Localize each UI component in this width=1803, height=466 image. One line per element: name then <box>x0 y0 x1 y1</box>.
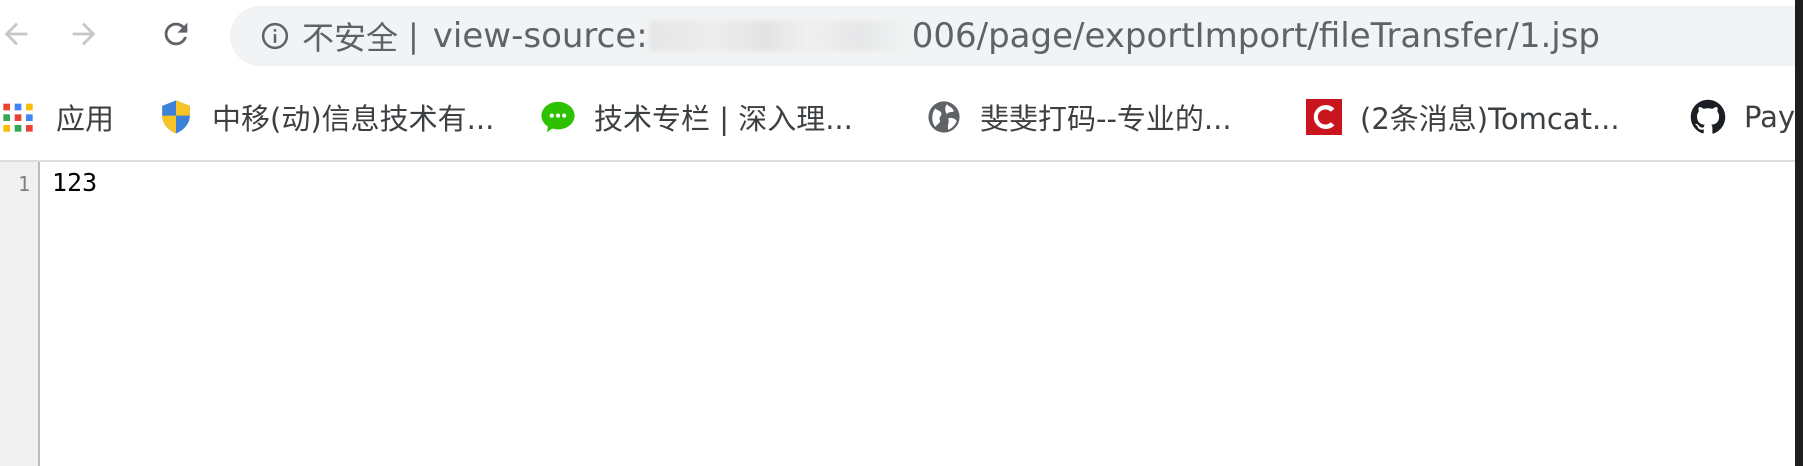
wechat-icon <box>540 99 576 135</box>
bookmark-feifei-captcha[interactable]: 斐斐打码--专业的... <box>926 94 1232 140</box>
bookmark-tech-column[interactable]: 技术专栏 | 深入理... <box>540 94 853 140</box>
bookmark-csdn-tomcat[interactable]: (2条消息)Tomcat... <box>1306 94 1620 140</box>
bookmark-label: Pay <box>1744 100 1795 134</box>
arrow-right-icon <box>67 17 101 55</box>
shield-icon <box>158 99 194 135</box>
arrow-left-icon <box>0 17 33 55</box>
source-line-text: 123 <box>52 168 98 197</box>
bookmark-cmss[interactable]: 中移(动)信息技术有... <box>158 94 494 140</box>
bookmark-apps[interactable]: 应用 <box>0 94 114 140</box>
csdn-icon <box>1306 99 1342 135</box>
apps-grid-icon <box>0 99 36 135</box>
bookmark-label: 中移(动)信息技术有... <box>212 102 495 136</box>
bookmark-label: (2条消息)Tomcat... <box>1360 102 1620 136</box>
security-status-label[interactable]: 不安全 <box>302 13 398 59</box>
bookmark-label: 应用 <box>56 102 115 136</box>
bookmark-label: 斐斐打码--专业的... <box>980 102 1232 136</box>
forward-button[interactable] <box>60 12 108 60</box>
url-prefix: view-source: <box>432 16 648 56</box>
url-redacted-segment <box>649 21 910 51</box>
bookmarks-bar: 应用 中移(动)信息技术有... 技术专栏 | 深入理... 斐斐打码--专业的… <box>0 76 1795 162</box>
reload-button[interactable] <box>152 12 200 60</box>
browser-window: 不安全 | view-source: 006/page/exportImport… <box>0 0 1795 466</box>
reload-icon <box>159 17 193 55</box>
globe-icon <box>926 99 962 135</box>
info-icon[interactable] <box>258 19 292 53</box>
omnibox-separator: | <box>408 17 419 55</box>
bookmark-label: 技术专栏 | 深入理... <box>594 102 853 136</box>
browser-toolbar: 不安全 | view-source: 006/page/exportImport… <box>0 0 1795 76</box>
bookmark-github[interactable]: Pay <box>1690 94 1795 140</box>
view-source-content: 1 123 <box>0 162 1795 466</box>
address-bar[interactable]: 不安全 | view-source: 006/page/exportImport… <box>230 6 1795 66</box>
back-button[interactable] <box>0 12 40 60</box>
line-number-gutter: 1 <box>0 162 40 466</box>
line-number: 1 <box>17 172 30 196</box>
github-icon <box>1690 99 1726 135</box>
url-path: 006/page/exportImport/fileTransfer/1.jsp <box>911 16 1601 56</box>
